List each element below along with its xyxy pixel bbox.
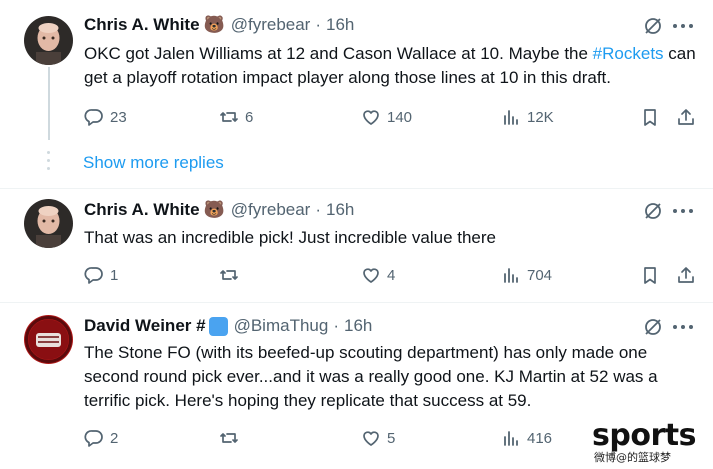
timestamp[interactable]: 16h <box>326 200 354 220</box>
like-button[interactable]: 140 <box>361 106 412 128</box>
bookmark-button[interactable] <box>640 264 660 286</box>
avatar[interactable] <box>24 16 73 65</box>
separator: · <box>333 316 339 335</box>
bookmark-icon <box>644 109 656 126</box>
watermark-logo: sports <box>592 418 696 453</box>
reply-count: 1 <box>110 266 119 284</box>
bookmark-button[interactable] <box>640 106 660 128</box>
divider <box>0 188 713 189</box>
reply-button[interactable]: 1 <box>84 264 118 286</box>
reply-icon <box>84 430 103 447</box>
heart-icon <box>363 268 379 283</box>
tweet-text: That was an incredible pick! Just incred… <box>84 228 496 247</box>
repost-icon <box>220 270 238 280</box>
grok-icon[interactable] <box>643 16 663 36</box>
repost-icon <box>220 433 238 443</box>
tweet-1[interactable]: Chris A. White 🐻 @fyrebear · 16h OKC got… <box>0 14 713 134</box>
reply-icon <box>84 109 103 126</box>
like-count: 140 <box>387 108 413 126</box>
repost-button[interactable]: 6 <box>219 106 253 128</box>
avatar[interactable] <box>24 315 73 364</box>
reply-icon <box>84 267 103 284</box>
tweet-text: OKC got Jalen Williams at 12 and Cason W… <box>84 44 696 87</box>
views-icon <box>504 268 518 283</box>
like-button[interactable]: 5 <box>361 427 395 449</box>
more-icon[interactable] <box>673 201 693 221</box>
like-count: 5 <box>387 429 396 447</box>
tweet-header: Chris A. White 🐻 @fyrebear · 16h <box>84 14 354 36</box>
views-button[interactable]: 12K <box>501 106 554 128</box>
heart-icon <box>363 431 379 446</box>
grok-icon[interactable] <box>643 201 663 221</box>
share-icon <box>678 109 694 125</box>
blue-square-emoji <box>208 316 228 336</box>
hashtag-link[interactable]: #Rockets <box>593 44 664 63</box>
thread-dots <box>47 151 50 175</box>
divider <box>0 302 713 303</box>
bookmark-icon <box>644 267 656 284</box>
views-button[interactable]: 704 <box>501 264 552 286</box>
tweet-2[interactable]: Chris A. White 🐻 @fyrebear · 16h That wa… <box>0 199 713 299</box>
author-handle[interactable]: @BimaThug <box>234 316 329 336</box>
action-bar: 1 4 704 <box>84 264 704 286</box>
grok-icon[interactable] <box>643 317 663 337</box>
author-name[interactable]: Chris A. White <box>84 200 200 220</box>
author-handle[interactable]: @fyrebear <box>231 200 311 220</box>
like-count: 4 <box>387 266 396 284</box>
timestamp[interactable]: 16h <box>344 316 372 336</box>
thread-line <box>48 67 50 140</box>
action-bar: 23 6 140 12K <box>84 106 704 128</box>
view-count: 704 <box>527 266 553 284</box>
reply-count: 23 <box>110 108 127 126</box>
repost-button[interactable] <box>219 264 245 286</box>
more-icon[interactable] <box>673 16 693 36</box>
views-button[interactable]: 416 <box>501 427 552 449</box>
author-handle[interactable]: @fyrebear <box>231 15 311 35</box>
separator: · <box>315 15 322 34</box>
separator: · <box>315 200 322 219</box>
bear-emoji: 🐻 <box>203 200 225 219</box>
author-name[interactable]: Chris A. White <box>84 15 200 35</box>
show-more-replies-link[interactable]: Show more replies <box>83 153 224 173</box>
views-icon <box>504 431 518 446</box>
heart-icon <box>363 110 379 125</box>
reply-button[interactable]: 2 <box>84 427 118 449</box>
watermark-caption: 微博@的篮球梦 <box>594 451 671 464</box>
reply-count: 2 <box>110 429 119 447</box>
views-icon <box>504 110 518 125</box>
view-count: 12K <box>527 108 554 126</box>
bear-emoji: 🐻 <box>203 15 225 34</box>
share-icon <box>678 267 694 283</box>
repost-count: 6 <box>245 108 254 126</box>
avatar[interactable] <box>24 199 73 248</box>
repost-icon <box>220 112 238 122</box>
reply-button[interactable]: 23 <box>84 106 127 128</box>
tweet-header: Chris A. White 🐻 @fyrebear · 16h <box>84 199 354 221</box>
author-name[interactable]: David Weiner # <box>84 316 206 336</box>
view-count: 416 <box>527 429 553 447</box>
tweet-text: The Stone FO (with its beefed-up scoutin… <box>84 343 658 410</box>
repost-button[interactable] <box>219 427 245 449</box>
share-button[interactable] <box>676 106 696 128</box>
timestamp[interactable]: 16h <box>326 15 354 35</box>
share-button[interactable] <box>676 264 696 286</box>
tweet-header: David Weiner # @BimaThug · 16h <box>84 315 372 337</box>
more-icon[interactable] <box>673 317 693 337</box>
like-button[interactable]: 4 <box>361 264 395 286</box>
